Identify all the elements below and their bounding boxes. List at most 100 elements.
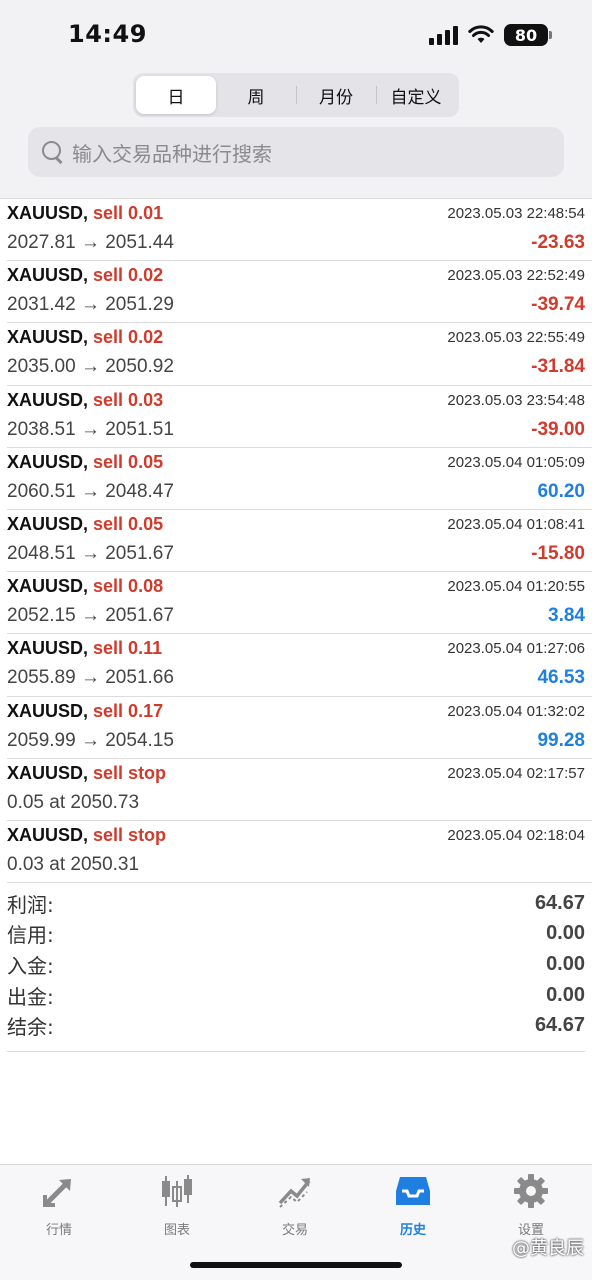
home-indicator[interactable] <box>190 1262 402 1268</box>
period-segmented-control: 日 周 月份 自定义 <box>133 73 459 117</box>
trade-row[interactable]: XAUUSD, sell 0.17 2023.05.04 01:32:02 20… <box>7 697 592 759</box>
trade-profit: -31.84 <box>531 356 585 378</box>
trade-row[interactable]: XAUUSD, sell 0.05 2023.05.04 01:05:09 20… <box>7 448 592 510</box>
trade-profit: 60.20 <box>537 480 585 502</box>
summary-withdrawal: 出金: 0.00 <box>7 980 585 1011</box>
search-placeholder: 输入交易品种进行搜索 <box>72 141 272 166</box>
trade-action: sell 0.08 <box>93 576 164 597</box>
watermark: @黄良辰 <box>512 1238 584 1259</box>
summary-credit: 信用: 0.00 <box>7 919 585 950</box>
trade-row[interactable]: XAUUSD, sell 0.02 2023.05.03 22:55:49 20… <box>7 323 592 386</box>
trade-time: 2023.05.03 22:52:49 <box>447 267 585 285</box>
clock: 14:49 <box>68 20 147 48</box>
summary-deposit: 入金: 0.00 <box>7 949 585 980</box>
trade-time: 2023.05.04 01:20:55 <box>447 578 585 596</box>
trade-row[interactable]: XAUUSD, sell 0.11 2023.05.04 01:27:06 20… <box>7 634 592 697</box>
wifi-icon <box>468 25 494 43</box>
search-icon <box>42 141 64 163</box>
order-symbol: XAUUSD, <box>7 824 89 845</box>
order-volume-price: 0.03 at 2050.31 <box>7 853 140 875</box>
tab-trade[interactable]: 交易 <box>236 1173 354 1238</box>
tab-quotes[interactable]: 行情 <box>0 1173 118 1238</box>
trade-time: 2023.05.04 01:27:06 <box>447 640 585 658</box>
trade-action: sell 0.05 <box>93 451 164 472</box>
trade-action: sell 0.03 <box>93 389 164 410</box>
trade-price-detail: 2048.51 → 2051.67 <box>7 542 174 564</box>
summary-label: 结余: <box>7 1015 54 1040</box>
trade-action: sell 0.05 <box>93 513 164 534</box>
history-header: 日 周 月份 自定义 输入交易品种进行搜索 <box>0 66 592 198</box>
trade-row[interactable]: XAUUSD, sell 0.02 2023.05.03 22:52:49 20… <box>7 261 592 324</box>
order-time: 2023.05.04 02:18:04 <box>447 826 585 844</box>
summary-balance: 结余: 64.67 <box>7 1010 585 1041</box>
trade-time: 2023.05.04 01:08:41 <box>447 515 585 533</box>
summary-value: 0.00 <box>546 983 585 1006</box>
tab-settings[interactable]: 设置 <box>472 1173 590 1238</box>
trade-row[interactable]: XAUUSD, sell 0.05 2023.05.04 01:08:41 20… <box>7 510 592 573</box>
trade-symbol: XAUUSD, <box>7 700 89 721</box>
trade-symbol: XAUUSD, <box>7 389 89 410</box>
summary-value: 0.00 <box>546 952 585 975</box>
trade-time: 2023.05.04 01:05:09 <box>447 453 585 471</box>
order-time: 2023.05.04 02:17:57 <box>447 764 585 782</box>
segment-month[interactable]: 月份 <box>296 76 376 114</box>
trade-price-detail: 2038.51 → 2051.51 <box>7 418 174 440</box>
trade-symbol: XAUUSD, <box>7 451 89 472</box>
status-icons: 80 <box>429 22 552 48</box>
order-symbol: XAUUSD, <box>7 762 89 783</box>
tab-label: 图表 <box>163 1223 190 1238</box>
trade-profit: 46.53 <box>537 667 585 689</box>
trade-row[interactable]: XAUUSD, sell 0.03 2023.05.03 23:54:48 20… <box>7 386 592 448</box>
trade-price-detail: 2035.00 → 2050.92 <box>7 356 174 378</box>
trade-price-detail: 2027.81 → 2051.44 <box>7 232 174 253</box>
trade-profit: -39.74 <box>531 294 585 316</box>
tab-label: 行情 <box>45 1223 72 1238</box>
trade-time: 2023.05.04 01:32:02 <box>447 702 585 720</box>
trade-price-detail: 2052.15 → 2051.67 <box>7 605 174 627</box>
summary-value: 64.67 <box>534 891 585 914</box>
trade-action: sell 0.02 <box>93 327 164 348</box>
trade-time: 2023.05.03 22:48:54 <box>447 205 585 222</box>
trade-time: 2023.05.03 23:54:48 <box>447 391 585 409</box>
trade-profit: -39.00 <box>531 418 585 440</box>
segment-day[interactable]: 日 <box>136 76 216 114</box>
candlestick-chart-icon <box>158 1173 196 1209</box>
trade-action: sell 0.11 <box>93 638 163 659</box>
order-row[interactable]: XAUUSD, sell stop 2023.05.04 02:17:57 0.… <box>7 759 592 821</box>
summary-label: 入金: <box>7 953 54 978</box>
history-inbox-icon <box>394 1173 432 1209</box>
trade-price-detail: 2055.89 → 2051.66 <box>7 667 174 689</box>
trade-symbol: XAUUSD, <box>7 576 89 597</box>
trade-profit: 99.28 <box>537 729 585 751</box>
trade-price-detail: 2031.42 → 2051.29 <box>7 294 174 316</box>
battery-icon: 80 <box>504 24 552 46</box>
quotes-arrows-icon <box>40 1173 78 1209</box>
trade-symbol: XAUUSD, <box>7 203 89 223</box>
trade-price-detail: 2059.99 → 2054.15 <box>7 729 174 751</box>
order-row[interactable]: XAUUSD, sell stop 2023.05.04 02:18:04 0.… <box>7 821 592 884</box>
trade-symbol: XAUUSD, <box>7 265 89 286</box>
segment-custom[interactable]: 自定义 <box>376 76 456 114</box>
cellular-signal-icon <box>429 25 458 45</box>
status-bar: 14:49 80 <box>0 0 592 66</box>
tab-chart[interactable]: 图表 <box>118 1173 236 1238</box>
trade-profit: 3.84 <box>548 605 585 627</box>
symbol-search-input[interactable]: 输入交易品种进行搜索 <box>28 127 564 177</box>
summary-value: 0.00 <box>546 922 585 945</box>
trade-action: sell 0.01 <box>93 203 164 223</box>
account-summary: 利润: 64.67 信用: 0.00 入金: 0.00 出金: 0.00 结余:… <box>7 888 585 1052</box>
trade-symbol: XAUUSD, <box>7 327 89 348</box>
trade-chart-icon <box>276 1173 314 1209</box>
segment-week[interactable]: 周 <box>216 76 296 114</box>
trade-profit: -15.80 <box>531 542 585 564</box>
order-type: sell stop <box>93 762 167 783</box>
tab-history[interactable]: 历史 <box>354 1173 472 1238</box>
trade-action: sell 0.17 <box>93 700 164 721</box>
summary-value: 64.67 <box>534 1014 585 1037</box>
trade-price-detail: 2060.51 → 2048.47 <box>7 480 174 502</box>
summary-label: 出金: <box>7 984 54 1009</box>
trade-row[interactable]: XAUUSD, sell 0.01 2023.05.03 22:48:54 20… <box>7 199 592 262</box>
trade-row[interactable]: XAUUSD, sell 0.08 2023.05.04 01:20:55 20… <box>7 572 592 635</box>
summary-label: 信用: <box>7 923 54 948</box>
trade-symbol: XAUUSD, <box>7 638 89 659</box>
